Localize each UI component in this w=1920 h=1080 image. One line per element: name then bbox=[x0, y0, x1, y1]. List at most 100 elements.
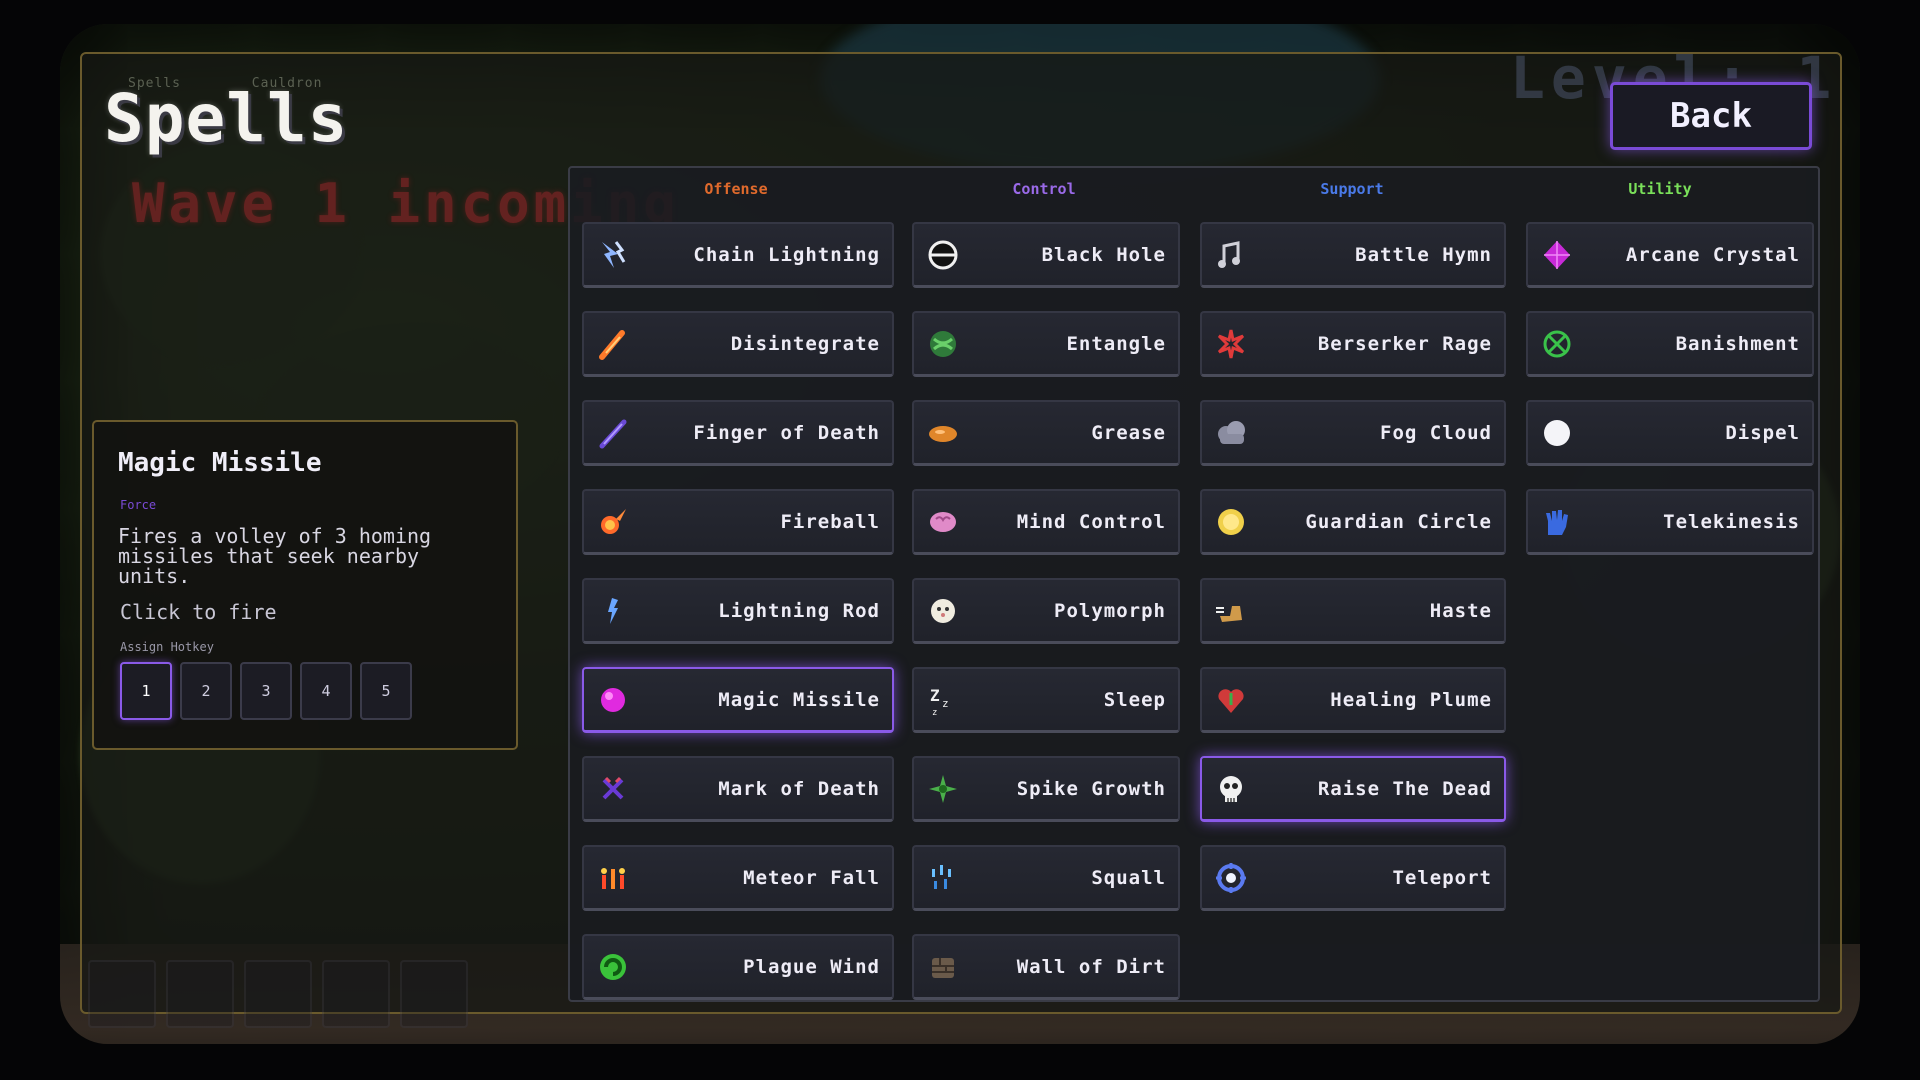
spell-info-action: Click to fire bbox=[120, 600, 277, 624]
spell-label: Banishment bbox=[1675, 332, 1800, 355]
background-hotbar-slot bbox=[244, 960, 312, 1028]
background-hotbar-slot bbox=[166, 960, 234, 1028]
hotkey-label: Assign Hotkey bbox=[120, 640, 214, 654]
spell-button-grease[interactable]: Grease bbox=[912, 400, 1180, 466]
spell-label: Lightning Rod bbox=[718, 599, 880, 622]
teleport-icon bbox=[1214, 861, 1248, 895]
hotkey-button-5[interactable]: 5 bbox=[360, 662, 412, 720]
hotkey-button-1[interactable]: 1 bbox=[120, 662, 172, 720]
spell-label: Dispel bbox=[1725, 421, 1800, 444]
background-hotbar-slot bbox=[88, 960, 156, 1028]
spell-button-spike-growth[interactable]: Spike Growth bbox=[912, 756, 1180, 822]
spell-label: Squall bbox=[1091, 866, 1166, 889]
spell-label: Arcane Crystal bbox=[1625, 243, 1800, 266]
spell-button-disintegrate[interactable]: Disintegrate bbox=[582, 311, 894, 377]
column-header-offense: Offense bbox=[704, 180, 768, 198]
finger-of-death-icon bbox=[596, 416, 630, 450]
spell-info-description: Fires a volley of 3 homing missiles that… bbox=[118, 524, 432, 588]
arcane-crystal-icon bbox=[1540, 238, 1574, 272]
haste-icon bbox=[1214, 594, 1248, 628]
hotkey-button-3[interactable]: 3 bbox=[240, 662, 292, 720]
hotkey-selector: 1 2 3 4 5 bbox=[120, 662, 420, 720]
spell-button-finger-of-death[interactable]: Finger of Death bbox=[582, 400, 894, 466]
spell-label: Teleport bbox=[1392, 866, 1492, 889]
spell-button-berserker-rage[interactable]: Berserker Rage bbox=[1200, 311, 1506, 377]
spell-label: Telekinesis bbox=[1663, 510, 1800, 533]
hotkey-button-2[interactable]: 2 bbox=[180, 662, 232, 720]
healing-plume-icon bbox=[1214, 683, 1248, 717]
spell-button-meteor-fall[interactable]: Meteor Fall bbox=[582, 845, 894, 911]
spell-button-magic-missile[interactable]: Magic Missile bbox=[582, 667, 894, 733]
entangle-icon bbox=[926, 327, 960, 361]
spell-label: Plague Wind bbox=[743, 955, 880, 978]
spell-button-black-hole[interactable]: Black Hole bbox=[912, 222, 1180, 288]
hotkey-button-4[interactable]: 4 bbox=[300, 662, 352, 720]
spell-label: Entangle bbox=[1066, 332, 1166, 355]
spell-label: Healing Plume bbox=[1330, 688, 1492, 711]
svg-text:z: z bbox=[942, 697, 949, 710]
plague-wind-icon bbox=[596, 950, 630, 984]
spell-label: Finger of Death bbox=[693, 421, 880, 444]
svg-text:Z: Z bbox=[930, 686, 940, 705]
spell-label: Grease bbox=[1091, 421, 1166, 444]
spell-label: Sleep bbox=[1103, 688, 1166, 711]
back-button[interactable]: Back bbox=[1610, 82, 1812, 150]
fireball-icon bbox=[596, 505, 630, 539]
spell-label: Polymorph bbox=[1054, 599, 1166, 622]
spell-button-mark-of-death[interactable]: Mark of Death bbox=[582, 756, 894, 822]
spell-label: Haste bbox=[1429, 599, 1492, 622]
spell-button-arcane-crystal[interactable]: Arcane Crystal bbox=[1526, 222, 1814, 288]
mark-of-death-icon bbox=[596, 772, 630, 806]
meteor-fall-icon bbox=[596, 861, 630, 895]
spell-button-sleep[interactable]: Zz z Sleep bbox=[912, 667, 1180, 733]
spell-button-lightning-rod[interactable]: Lightning Rod bbox=[582, 578, 894, 644]
spell-label: Magic Missile bbox=[718, 688, 880, 711]
spell-label: Fog Cloud bbox=[1380, 421, 1492, 444]
fog-cloud-icon bbox=[1214, 416, 1248, 450]
spell-label: Chain Lightning bbox=[693, 243, 880, 266]
guardian-circle-icon bbox=[1214, 505, 1248, 539]
spell-button-guardian-circle[interactable]: Guardian Circle bbox=[1200, 489, 1506, 555]
spell-button-telekinesis[interactable]: Telekinesis bbox=[1526, 489, 1814, 555]
svg-text:z: z bbox=[932, 708, 937, 717]
grease-icon bbox=[926, 416, 960, 450]
column-header-support: Support bbox=[1320, 180, 1384, 198]
background-hotbar bbox=[88, 960, 478, 1028]
lightning-rod-icon bbox=[596, 594, 630, 628]
spell-button-mind-control[interactable]: Mind Control bbox=[912, 489, 1180, 555]
spell-button-fireball[interactable]: Fireball bbox=[582, 489, 894, 555]
spell-button-banishment[interactable]: Banishment bbox=[1526, 311, 1814, 377]
spell-button-polymorph[interactable]: Polymorph bbox=[912, 578, 1180, 644]
raise-the-dead-icon bbox=[1214, 772, 1248, 806]
spell-label: Black Hole bbox=[1041, 243, 1166, 266]
wall-of-dirt-icon bbox=[926, 950, 960, 984]
dispel-icon bbox=[1540, 416, 1574, 450]
spell-label: Spike Growth bbox=[1016, 777, 1166, 800]
spell-button-battle-hymn[interactable]: Battle Hymn bbox=[1200, 222, 1506, 288]
spell-label: Guardian Circle bbox=[1305, 510, 1492, 533]
spell-label: Disintegrate bbox=[730, 332, 880, 355]
spell-button-dispel[interactable]: Dispel bbox=[1526, 400, 1814, 466]
spell-button-raise-the-dead[interactable]: Raise The Dead bbox=[1200, 756, 1506, 822]
telekinesis-icon bbox=[1540, 505, 1574, 539]
squall-icon bbox=[926, 861, 960, 895]
spell-button-squall[interactable]: Squall bbox=[912, 845, 1180, 911]
spell-button-plague-wind[interactable]: Plague Wind bbox=[582, 934, 894, 1000]
spike-growth-icon bbox=[926, 772, 960, 806]
spell-button-chain-lightning[interactable]: Chain Lightning bbox=[582, 222, 894, 288]
spell-button-healing-plume[interactable]: Healing Plume bbox=[1200, 667, 1506, 733]
mind-control-icon bbox=[926, 505, 960, 539]
spell-label: Berserker Rage bbox=[1317, 332, 1492, 355]
spell-button-entangle[interactable]: Entangle bbox=[912, 311, 1180, 377]
spell-button-fog-cloud[interactable]: Fog Cloud bbox=[1200, 400, 1506, 466]
spell-info-name: Magic Missile bbox=[118, 448, 322, 478]
spell-button-teleport[interactable]: Teleport bbox=[1200, 845, 1506, 911]
disintegrate-icon bbox=[596, 327, 630, 361]
spell-label: Fireball bbox=[780, 510, 880, 533]
spell-button-haste[interactable]: Haste bbox=[1200, 578, 1506, 644]
spell-label: Wall of Dirt bbox=[1016, 955, 1166, 978]
berserker-rage-icon bbox=[1214, 327, 1248, 361]
spell-info-school: Force bbox=[120, 498, 157, 512]
spell-button-wall-of-dirt[interactable]: Wall of Dirt bbox=[912, 934, 1180, 1000]
spell-info-panel: Magic Missile Force Fires a volley of 3 … bbox=[92, 420, 518, 750]
